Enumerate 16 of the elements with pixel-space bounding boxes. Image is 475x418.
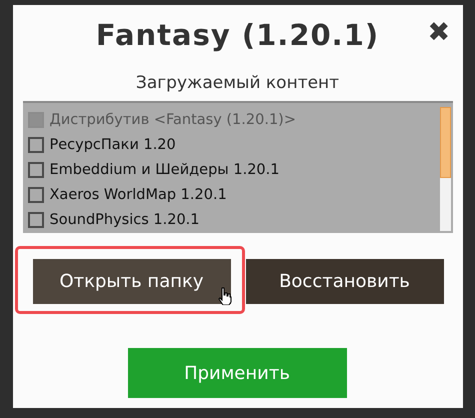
- item-label: SoundPhysics 1.20.1: [50, 212, 200, 228]
- checkbox[interactable]: [28, 136, 44, 153]
- item-label: Embeddium и Шейдеры 1.20.1: [50, 162, 280, 178]
- item-label: РесурсПаки 1.20: [50, 136, 176, 153]
- close-button[interactable]: ✖: [428, 19, 450, 46]
- checkbox[interactable]: [28, 187, 44, 204]
- item-label: Xaeros WorldMap 1.20.1: [50, 187, 227, 204]
- section-heading: Загружаемый контент: [134, 73, 340, 93]
- scrollbar-thumb[interactable]: [440, 107, 450, 178]
- action-button[interactable]: Восстановить: [246, 259, 444, 304]
- checkbox[interactable]: [28, 212, 44, 228]
- item-label: Дистрибутив <Fantasy (1.20.1)>: [50, 112, 296, 128]
- hand-cursor-icon: [218, 287, 232, 305]
- checkbox[interactable]: [28, 162, 44, 178]
- action-button[interactable]: Открыть папку: [32, 259, 230, 304]
- dialog-title: Fantasy (1.20.1): [96, 18, 380, 52]
